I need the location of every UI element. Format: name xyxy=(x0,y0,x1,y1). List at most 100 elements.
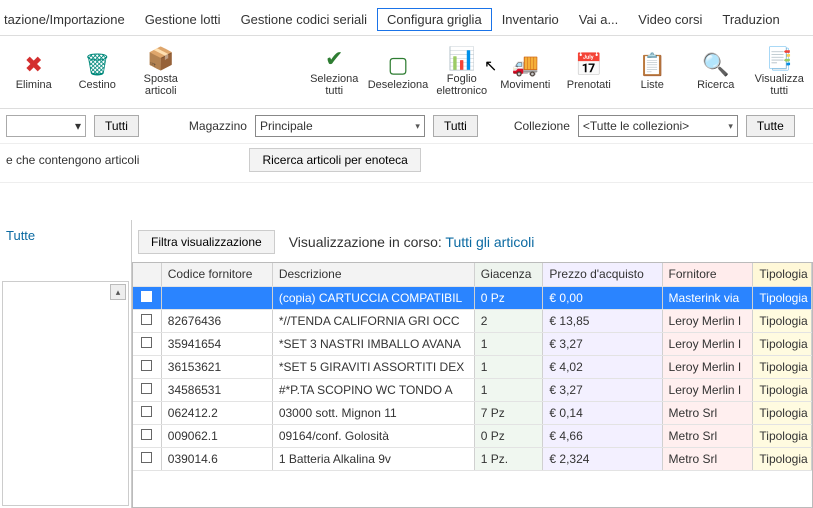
toolbar-prenotati[interactable]: 📅Prenotati xyxy=(559,42,619,102)
square-icon: ▢ xyxy=(388,53,409,77)
toolbar-deseleziona[interactable]: ▢Deseleziona xyxy=(368,42,428,102)
toolbar-foglio-elettronico[interactable]: 📊Foglio elettronico xyxy=(432,42,492,102)
header-tipologia[interactable]: Tipologia xyxy=(753,263,812,286)
toolbar-movimenti[interactable]: 🚚Movimenti xyxy=(496,42,556,102)
row-checkbox[interactable] xyxy=(141,383,152,394)
tutte-button[interactable]: Tutte xyxy=(746,115,795,137)
cell-prezzo: € 0,00 xyxy=(543,286,662,309)
ricerca-enoteca-button[interactable]: Ricerca articoli per enoteca xyxy=(249,148,420,172)
row-checkbox[interactable] xyxy=(141,291,152,302)
header-checkbox[interactable] xyxy=(133,263,161,286)
cell-fornitore: Masterink via xyxy=(662,286,753,309)
row-checkbox[interactable] xyxy=(141,406,152,417)
table-row[interactable]: 35941654*SET 3 NASTRI IMBALLO AVANA1€ 3,… xyxy=(133,332,812,355)
left-pane: Tutte ▴ xyxy=(0,220,132,508)
tutti-button-1[interactable]: Tutti xyxy=(94,115,139,137)
filter-row: ▾ Tutti Magazzino Principale▾ Tutti Coll… xyxy=(0,109,813,144)
menu-configura-griglia[interactable]: Configura griglia xyxy=(377,8,492,31)
menu-gestione-lotti[interactable]: Gestione lotti xyxy=(135,8,231,31)
cell-descrizione: (copia) CARTUCCIA COMPATIBIL xyxy=(272,286,474,309)
header-prezzo-acquisto[interactable]: Prezzo d'acquisto xyxy=(543,263,662,286)
table-row[interactable]: 82676436*//TENDA CALIFORNIA GRI OCC2€ 13… xyxy=(133,309,812,332)
menu-import-export[interactable]: tazione/Importazione xyxy=(4,8,135,31)
right-pane: Filtra visualizzazione Visualizzazione i… xyxy=(132,220,813,508)
menu-video-corsi[interactable]: Video corsi xyxy=(628,8,712,31)
cell-giacenza: 2 xyxy=(474,309,543,332)
categories-tutte[interactable]: Tutte xyxy=(0,220,131,251)
header-fornitore[interactable]: Fornitore xyxy=(662,263,753,286)
cell-giacenza: 1 Pz. xyxy=(474,447,543,470)
table-row[interactable]: 34586531#*P.TA SCOPINO WC TONDO A1€ 3,27… xyxy=(133,378,812,401)
menu-traduzioni[interactable]: Traduzion xyxy=(712,8,789,31)
scroll-up-button[interactable]: ▴ xyxy=(110,284,126,300)
cell-tipologia: Tipologia xyxy=(753,378,812,401)
toolbar-liste[interactable]: 📋Liste xyxy=(623,42,683,102)
cell-tipologia: Tipologia xyxy=(753,286,812,309)
chevron-down-icon: ▾ xyxy=(728,121,733,132)
cell-giacenza: 7 Pz xyxy=(474,401,543,424)
cell-descrizione: 09164/conf. Golosità xyxy=(272,424,474,447)
toolbar-elimina[interactable]: ✖Elimina xyxy=(4,42,64,102)
cell-codice: 82676436 xyxy=(161,309,272,332)
row-checkbox[interactable] xyxy=(141,314,152,325)
toolbar-ricerca[interactable]: 🔍Ricerca xyxy=(686,42,746,102)
cell-descrizione: *SET 3 NASTRI IMBALLO AVANA xyxy=(272,332,474,355)
cell-fornitore: Leroy Merlin I xyxy=(662,378,753,401)
cell-tipologia: Tipologia xyxy=(753,447,812,470)
category-tree[interactable]: ▴ xyxy=(2,281,129,506)
table-row[interactable]: (copia) CARTUCCIA COMPATIBIL0 Pz€ 0,00Ma… xyxy=(133,286,812,309)
filtra-visualizzazione-button[interactable]: Filtra visualizzazione xyxy=(138,230,275,254)
filter-row-2: e che contengono articoli Ricerca artico… xyxy=(0,144,813,183)
header-giacenza[interactable]: Giacenza xyxy=(474,263,543,286)
cell-descrizione: *//TENDA CALIFORNIA GRI OCC xyxy=(272,309,474,332)
toolbar: ✖Elimina 🗑Cestino 📦Sposta articoli ✔Sele… xyxy=(0,36,813,109)
chevron-down-icon: ▾ xyxy=(415,121,420,132)
cell-tipologia: Tipologia xyxy=(753,355,812,378)
trash-icon: 🗑 xyxy=(83,53,111,77)
toolbar-visualizza-tutti[interactable]: 📑Visualizza tutti xyxy=(750,42,810,102)
toolbar-cestino[interactable]: 🗑Cestino xyxy=(68,42,128,102)
toolbar-seleziona-tutti[interactable]: ✔Seleziona tutti xyxy=(305,42,365,102)
cell-fornitore: Metro Srl xyxy=(662,401,753,424)
magazzino-select[interactable]: Principale▾ xyxy=(255,115,425,137)
cell-giacenza: 1 xyxy=(474,355,543,378)
table-row[interactable]: 062412.203000 sott. Mignon 117 Pz€ 0,14M… xyxy=(133,401,812,424)
cell-fornitore: Metro Srl xyxy=(662,447,753,470)
cell-fornitore: Metro Srl xyxy=(662,424,753,447)
row-checkbox[interactable] xyxy=(141,337,152,348)
contengono-label: e che contengono articoli xyxy=(6,153,139,167)
calendar-icon: 📅 xyxy=(575,53,602,77)
cell-prezzo: € 0,14 xyxy=(543,401,662,424)
cell-prezzo: € 13,85 xyxy=(543,309,662,332)
filter-select-left[interactable]: ▾ xyxy=(6,115,86,137)
row-checkbox[interactable] xyxy=(141,360,152,371)
header-descrizione[interactable]: Descrizione xyxy=(272,263,474,286)
menu-vai-a[interactable]: Vai a... xyxy=(569,8,629,31)
row-checkbox[interactable] xyxy=(141,429,152,440)
menu-codici-seriali[interactable]: Gestione codici seriali xyxy=(231,8,377,31)
delete-icon: ✖ xyxy=(25,53,43,77)
body-split: Tutte ▴ Filtra visualizzazione Visualizz… xyxy=(0,220,813,508)
table-row[interactable]: 009062.109164/conf. Golosità0 Pz€ 4,66Me… xyxy=(133,424,812,447)
header-codice-fornitore[interactable]: Codice fornitore xyxy=(161,263,272,286)
tutti-button-2[interactable]: Tutti xyxy=(433,115,478,137)
cell-giacenza: 1 xyxy=(474,332,543,355)
cell-prezzo: € 4,66 xyxy=(543,424,662,447)
table-row[interactable]: 36153621*SET 5 GIRAVITI ASSORTITI DEX1€ … xyxy=(133,355,812,378)
magazzino-label: Magazzino xyxy=(189,119,247,133)
spreadsheet-icon: 📊 xyxy=(448,47,475,71)
cell-descrizione: 03000 sott. Mignon 11 xyxy=(272,401,474,424)
table-row[interactable]: 039014.61 Batteria Alkalina 9v1 Pz.€ 2,3… xyxy=(133,447,812,470)
cell-tipologia: Tipologia xyxy=(753,309,812,332)
menu-inventario[interactable]: Inventario xyxy=(492,8,569,31)
cell-codice xyxy=(161,286,272,309)
view-all-icon: 📑 xyxy=(766,47,793,71)
row-checkbox[interactable] xyxy=(141,452,152,463)
check-icon: ✔ xyxy=(325,47,343,71)
articles-grid[interactable]: Codice fornitore Descrizione Giacenza Pr… xyxy=(132,262,813,508)
collezione-select[interactable]: <Tutte le collezioni>▾ xyxy=(578,115,738,137)
cell-descrizione: 1 Batteria Alkalina 9v xyxy=(272,447,474,470)
view-title: Visualizzazione in corso: Tutti gli arti… xyxy=(289,234,535,250)
search-icon: 🔍 xyxy=(702,53,729,77)
toolbar-sposta-articoli[interactable]: 📦Sposta articoli xyxy=(131,42,191,102)
